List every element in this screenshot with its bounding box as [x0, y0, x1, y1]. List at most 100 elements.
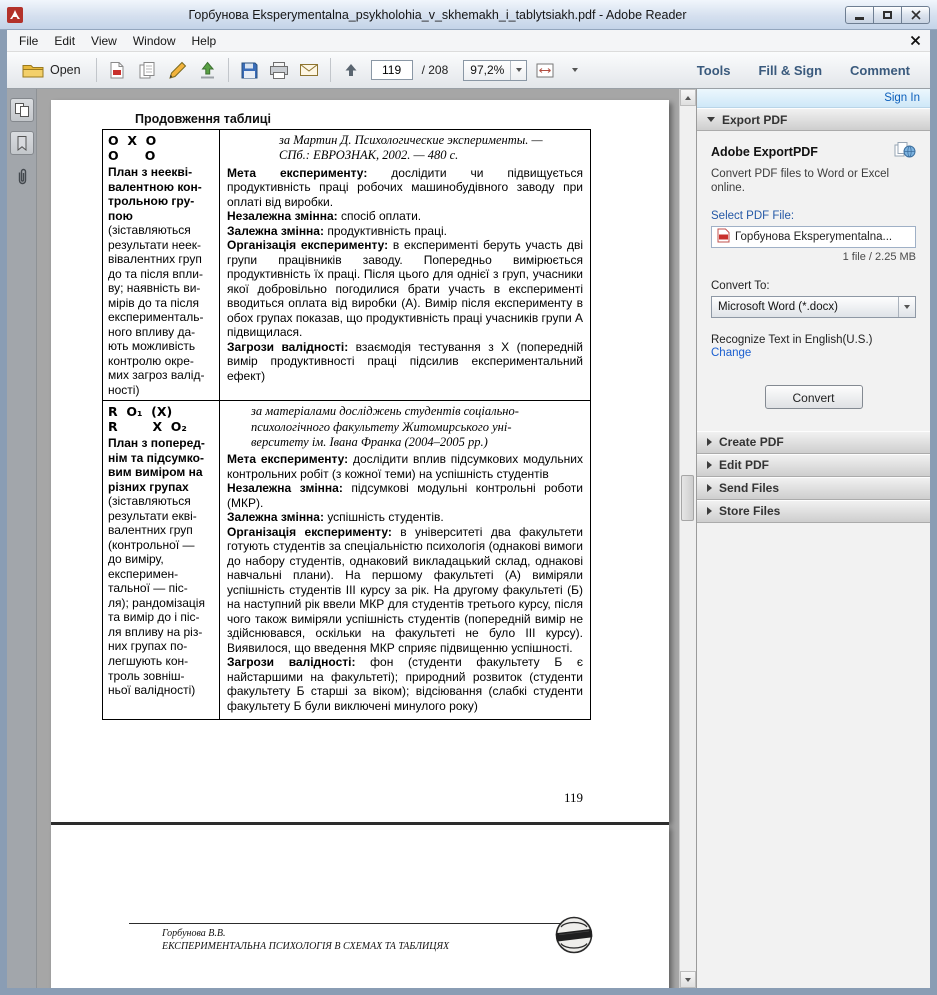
toolbar-overflow-icon[interactable]: [562, 58, 587, 83]
zoom-dropdown-arrow[interactable]: [510, 61, 526, 80]
chevron-down-icon: [904, 305, 910, 309]
folder-open-icon: [22, 62, 44, 78]
navigation-pane-strip: [7, 89, 37, 988]
field-validity-threats: Загрози валідності: взаємодія тестування…: [227, 340, 583, 384]
export-pdf-globe-icon: [894, 142, 916, 161]
chevron-right-icon: [707, 507, 712, 515]
sign-in-bar: Sign In: [697, 89, 930, 108]
plan-cell: O X O O O План з неекві- валентною кон- …: [103, 130, 220, 400]
zoom-select[interactable]: 97,2%: [463, 60, 527, 81]
store-files-section-header[interactable]: Store Files: [697, 500, 930, 523]
export-pdf-icon[interactable]: [105, 58, 130, 83]
pdf-page-119: Продовження таблиці O X O O O План з нее…: [51, 100, 669, 822]
create-pdf-icon[interactable]: [135, 58, 160, 83]
share-upload-icon[interactable]: [195, 58, 220, 83]
design-notation: O X O O O: [108, 133, 214, 163]
save-icon[interactable]: [237, 58, 262, 83]
convert-button[interactable]: Convert: [765, 385, 863, 409]
close-button[interactable]: [901, 6, 930, 24]
adobe-reader-window: Горбунова Eksperymentalna_psykholohia_v_…: [0, 0, 937, 995]
recognize-text-label: Recognize Text in English(U.S.): [711, 334, 916, 346]
field-independent-variable: Незалежна змінна: підсумкові модульні ко…: [227, 481, 583, 510]
section-label: Export PDF: [722, 113, 787, 127]
zoom-value: 97,2%: [464, 63, 510, 77]
main-area: Продовження таблиці O X O O O План з нее…: [7, 89, 930, 988]
chevron-right-icon: [707, 461, 712, 469]
scroll-down-icon: [685, 978, 691, 982]
field-goal: Мета експерименту: дослідити вплив підсу…: [227, 452, 583, 481]
file-meta: 1 file / 2.25 MB: [711, 251, 916, 263]
format-selected-value: Microsoft Word (*.docx): [712, 301, 898, 313]
field-organization: Організація експерименту: в університеті…: [227, 525, 583, 656]
pdf-file-icon: [717, 228, 730, 246]
plan-note: (зіставляються результати неек- вівалент…: [108, 223, 214, 397]
pdf-page-next: Горбунова В.В. ЕКСПЕРИМЕНТАЛЬНА ПСИХОЛОГ…: [51, 825, 669, 988]
plan-title: План з поперед- нім та підсумко- вим вим…: [108, 436, 214, 494]
close-document-button[interactable]: [910, 35, 921, 46]
panel-toggle-group: Tools Fill & Sign Comment: [697, 63, 922, 78]
edit-pdf-section-header[interactable]: Edit PDF: [697, 454, 930, 477]
chevron-right-icon: [707, 438, 712, 446]
scroll-down-button[interactable]: [680, 971, 696, 988]
window-frame-body: File Edit View Window Help Open: [7, 30, 930, 988]
section-label: Send Files: [719, 481, 779, 495]
bookmarks-button[interactable]: [10, 131, 34, 155]
chevron-down-icon: [707, 117, 715, 122]
plan-cell: R O₁ (X) R X O₂ План з поперед- нім та п…: [103, 401, 220, 719]
scroll-up-icon: [685, 96, 691, 100]
page-number-input[interactable]: [371, 60, 413, 80]
titlebar[interactable]: Горбунова Eksperymentalna_psykholohia_v_…: [0, 0, 937, 30]
table-row: R O₁ (X) R X O₂ План з поперед- нім та п…: [103, 400, 590, 719]
change-link[interactable]: Change: [711, 347, 751, 359]
page-up-icon[interactable]: [339, 58, 364, 83]
sign-pen-icon[interactable]: [165, 58, 190, 83]
dropdown-arrow[interactable]: [898, 297, 915, 317]
window-title: Горбунова Eksperymentalna_psykholohia_v_…: [29, 8, 846, 22]
publisher-logo-stamp: [553, 915, 595, 960]
toolbar: Open: [7, 52, 930, 89]
field-validity-threats: Загрози валідності: фон (студенти факуль…: [227, 655, 583, 713]
scroll-up-button[interactable]: [680, 89, 696, 106]
table-row: O X O O O План з неекві- валентною кон- …: [103, 130, 590, 400]
selected-file-chip[interactable]: Горбунова Eksperymentalna...: [711, 226, 916, 248]
email-icon[interactable]: [297, 58, 322, 83]
page-thumbnails-icon: [14, 102, 30, 118]
open-button[interactable]: Open: [15, 58, 88, 82]
panel-filler: [697, 523, 930, 988]
vertical-scrollbar[interactable]: [679, 89, 696, 988]
print-icon[interactable]: [267, 58, 292, 83]
minimize-button[interactable]: [845, 6, 874, 24]
format-dropdown[interactable]: Microsoft Word (*.docx): [711, 296, 916, 318]
tools-button[interactable]: Tools: [697, 63, 731, 78]
menu-file[interactable]: File: [11, 31, 46, 51]
page-count-label: / 208: [422, 63, 449, 77]
attachments-button[interactable]: [10, 164, 34, 188]
menu-window[interactable]: Window: [125, 31, 184, 51]
fill-sign-button[interactable]: Fill & Sign: [758, 63, 822, 78]
scrollbar-thumb[interactable]: [681, 475, 694, 521]
open-label: Open: [50, 63, 81, 77]
maximize-button[interactable]: [873, 6, 902, 24]
fit-width-icon[interactable]: [532, 58, 557, 83]
adobe-reader-app-icon: [7, 7, 23, 23]
bookmarks-icon: [15, 135, 29, 151]
chevron-right-icon: [707, 484, 712, 492]
footer-rule: [129, 923, 586, 924]
chevron-down-icon: [516, 68, 522, 72]
send-files-section-header[interactable]: Send Files: [697, 477, 930, 500]
comment-button[interactable]: Comment: [850, 63, 910, 78]
menu-edit[interactable]: Edit: [46, 31, 83, 51]
export-pdf-section-header[interactable]: Export PDF: [697, 108, 930, 131]
footer-book-title: ЕКСПЕРИМЕНТАЛЬНА ПСИХОЛОГІЯ В СХЕМАХ ТА …: [162, 941, 449, 952]
toolbar-separator: [96, 58, 97, 82]
plan-note: (зіставляються результати екві- валентни…: [108, 494, 214, 697]
page-thumbnails-button[interactable]: [10, 98, 34, 122]
product-name: Adobe ExportPDF: [711, 145, 818, 159]
sign-in-link[interactable]: Sign In: [884, 92, 920, 104]
page-number: 119: [564, 790, 583, 806]
field-dependent-variable: Залежна змінна: успішність студентів.: [227, 510, 583, 525]
footer-author: Горбунова В.В.: [162, 928, 225, 939]
menu-help[interactable]: Help: [184, 31, 225, 51]
menu-view[interactable]: View: [83, 31, 125, 51]
create-pdf-section-header[interactable]: Create PDF: [697, 431, 930, 454]
